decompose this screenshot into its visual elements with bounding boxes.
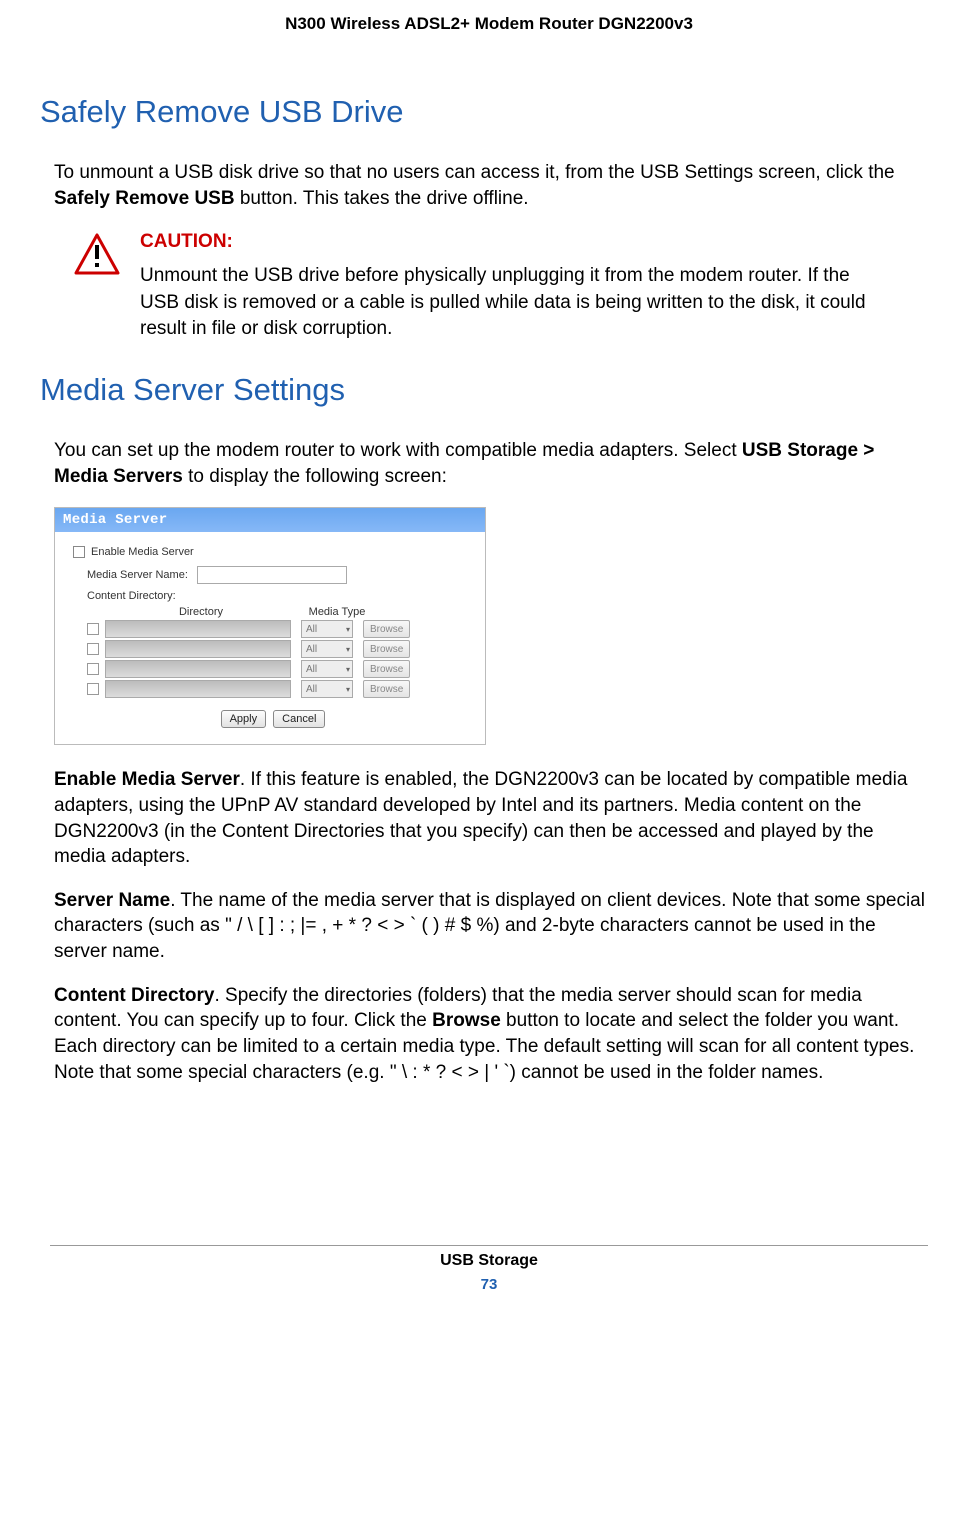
caution-text: Unmount the USB drive before physically … [140,263,928,342]
browse-button[interactable]: Browse [363,680,410,698]
desc-bold: Server Name [54,890,170,911]
desc-bold: Enable Media Server [54,769,240,790]
desc-content-directory: Content Directory. Specify the directori… [50,983,928,1086]
cancel-button[interactable]: Cancel [273,710,325,728]
col-directory: Directory [105,606,297,618]
panel-title: Media Server [55,508,485,532]
enable-media-server-label: Enable Media Server [91,546,194,558]
heading-safely-remove: Safely Remove USB Drive [40,94,928,130]
media-server-panel: Media Server Enable Media Server Media S… [54,507,486,745]
media-type-select[interactable]: All ▾ [301,660,353,678]
text: To unmount a USB disk drive so that no u… [54,162,895,183]
text: You can set up the modem router to work … [54,440,742,461]
media-type-select[interactable]: All ▾ [301,620,353,638]
media-server-name-input[interactable] [197,566,347,584]
col-media-type: Media Type [297,606,377,618]
text: button. This takes the drive offline. [235,188,529,209]
browse-bold: Browse [432,1010,501,1031]
safely-remove-intro: To unmount a USB disk drive so that no u… [50,160,928,211]
browse-button[interactable]: Browse [363,620,410,638]
caution-label: CAUTION: [140,231,928,253]
directory-row-checkbox[interactable] [87,623,99,635]
content-directory-label: Content Directory: [87,590,473,602]
footer-page-number: 73 [50,1276,928,1293]
caution-block: CAUTION: Unmount the USB drive before ph… [50,231,928,342]
directory-row: All ▾ Browse [87,640,473,658]
directory-row-checkbox[interactable] [87,663,99,675]
document-header: N300 Wireless ADSL2+ Modem Router DGN220… [50,10,928,34]
select-value: All [306,624,317,635]
chevron-down-icon: ▾ [346,645,350,654]
media-server-name-label: Media Server Name: [87,569,197,581]
directory-row: All ▾ Browse [87,680,473,698]
footer-rule [50,1245,928,1246]
chevron-down-icon: ▾ [346,625,350,634]
media-type-select[interactable]: All ▾ [301,640,353,658]
select-value: All [306,644,317,655]
directory-row-checkbox[interactable] [87,643,99,655]
browse-button[interactable]: Browse [363,640,410,658]
desc-enable-media-server: Enable Media Server. If this feature is … [50,767,928,870]
browse-button[interactable]: Browse [363,660,410,678]
directory-input[interactable] [105,660,291,678]
select-value: All [306,684,317,695]
media-server-intro: You can set up the modem router to work … [50,438,928,489]
directory-row: All ▾ Browse [87,660,473,678]
apply-button[interactable]: Apply [221,710,267,728]
desc-bold: Content Directory [54,985,214,1006]
select-value: All [306,664,317,675]
heading-media-server: Media Server Settings [40,372,928,408]
media-type-select[interactable]: All ▾ [301,680,353,698]
directory-row-checkbox[interactable] [87,683,99,695]
text: . The name of the media server that is d… [54,890,925,962]
safely-remove-bold: Safely Remove USB [54,188,235,209]
directory-row: All ▾ Browse [87,620,473,638]
enable-media-server-checkbox[interactable] [73,546,85,558]
chevron-down-icon: ▾ [346,665,350,674]
directory-input[interactable] [105,680,291,698]
text: to display the following screen: [183,466,447,487]
directory-input[interactable] [105,620,291,638]
desc-server-name: Server Name. The name of the media serve… [50,888,928,965]
directory-input[interactable] [105,640,291,658]
warning-icon [74,233,120,280]
footer-section: USB Storage [50,1252,928,1270]
chevron-down-icon: ▾ [346,685,350,694]
